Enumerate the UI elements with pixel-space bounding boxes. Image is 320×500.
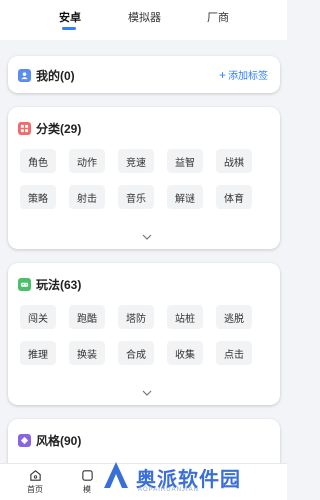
mine-title: 我的(0) <box>36 68 75 83</box>
category-tag[interactable]: 角色 <box>20 149 56 173</box>
category-tag-grid: 角色 动作 竞速 益智 战棋 策略 射击 音乐 解谜 体育 <box>20 149 270 209</box>
category-tag[interactable]: 竞速 <box>118 149 154 173</box>
watermark: 奥派软件园 AOPAIRUANJIAN <box>102 457 282 497</box>
gameplay-tag[interactable]: 站桩 <box>167 305 203 329</box>
home-icon <box>29 470 41 481</box>
gameplay-tag[interactable]: 逃脱 <box>216 305 252 329</box>
category-tag[interactable]: 动作 <box>69 149 105 173</box>
plus-icon: + <box>218 67 226 82</box>
category-tag[interactable]: 益智 <box>167 149 203 173</box>
tab-android[interactable]: 安卓 <box>59 9 81 25</box>
category-tag[interactable]: 战棋 <box>216 149 252 173</box>
gameplay-tag[interactable]: 收集 <box>167 341 203 365</box>
watermark-logo-icon <box>102 460 130 495</box>
grid-icon <box>81 470 93 481</box>
category-tag[interactable]: 策略 <box>20 185 56 209</box>
category-tag[interactable]: 解谜 <box>167 185 203 209</box>
gamepad-icon <box>18 277 31 291</box>
style-icon <box>18 433 31 447</box>
gameplay-tag[interactable]: 合成 <box>118 341 154 365</box>
category-title: 分类(29) <box>36 121 82 136</box>
top-tab-bar: 安卓 模拟器 厂商 <box>0 0 287 40</box>
gameplay-tag[interactable]: 塔防 <box>118 305 154 329</box>
gameplay-expand-chevron-down-icon[interactable] <box>142 383 154 396</box>
add-tag-label: 添加标签 <box>228 71 268 82</box>
gameplay-tag[interactable]: 点击 <box>216 341 252 365</box>
category-tag[interactable]: 射击 <box>69 185 105 209</box>
gameplay-tag[interactable]: 推理 <box>20 341 56 365</box>
nav-second-label: 模 <box>83 485 91 494</box>
category-tag[interactable]: 体育 <box>216 185 252 209</box>
nav-second[interactable]: 模 <box>72 469 102 495</box>
nav-home[interactable]: 首页 <box>20 469 50 495</box>
add-tag-button[interactable]: + 添加标签 <box>218 67 268 83</box>
gameplay-tag[interactable]: 闯关 <box>20 305 56 329</box>
gameplay-tag[interactable]: 换装 <box>69 341 105 365</box>
watermark-subtext: AOPAIRUANJIAN <box>138 487 199 493</box>
category-card: 分类(29) 角色 动作 竞速 益智 战棋 策略 射击 音乐 解谜 体育 <box>8 107 280 249</box>
gameplay-tag-grid: 闯关 跑酷 塔防 站桩 逃脱 推理 换装 合成 收集 点击 <box>20 305 270 365</box>
tab-emulator[interactable]: 模拟器 <box>128 9 161 25</box>
category-tag[interactable]: 音乐 <box>118 185 154 209</box>
active-tab-indicator <box>62 27 76 30</box>
gameplay-tag[interactable]: 跑酷 <box>69 305 105 329</box>
style-title: 风格(90) <box>36 433 82 448</box>
category-icon <box>18 121 31 135</box>
category-expand-chevron-down-icon[interactable] <box>142 227 154 240</box>
tab-vendor[interactable]: 厂商 <box>207 9 229 25</box>
person-icon <box>18 68 31 82</box>
nav-home-label: 首页 <box>27 485 43 494</box>
gameplay-title: 玩法(63) <box>36 277 82 292</box>
mine-card: 我的(0) + 添加标签 <box>8 56 280 93</box>
gameplay-card: 玩法(63) 闯关 跑酷 塔防 站桩 逃脱 推理 换装 合成 收集 点击 <box>8 263 280 405</box>
